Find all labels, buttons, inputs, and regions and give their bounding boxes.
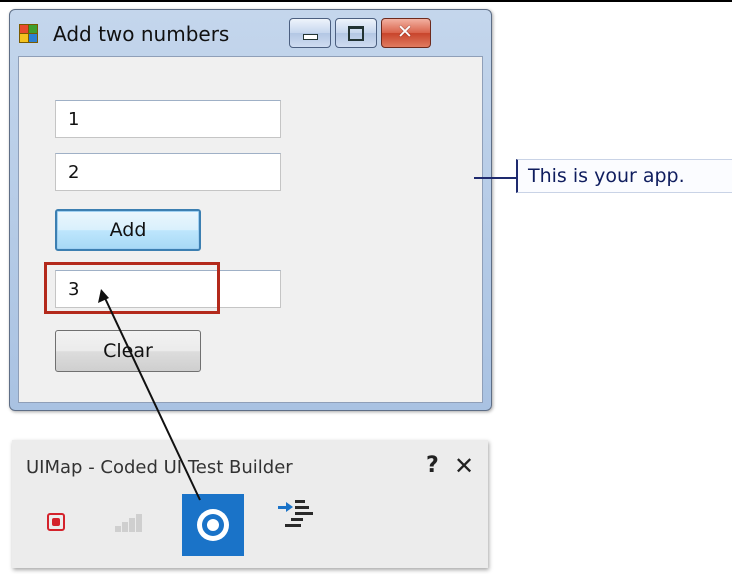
app-callout: This is your app.	[516, 159, 732, 193]
minimize-icon	[303, 34, 318, 40]
crosshair-icon[interactable]	[182, 494, 244, 556]
first-number-input[interactable]: 1	[55, 100, 281, 138]
record-icon[interactable]	[47, 494, 71, 554]
window-client-area: 1 2 Add 3 Clear	[18, 56, 483, 403]
clear-button[interactable]: Clear	[55, 330, 201, 372]
window-title: Add two numbers	[53, 22, 230, 46]
app-window-icon	[19, 24, 38, 43]
window-titlebar[interactable]: Add two numbers ✕	[10, 10, 491, 56]
builder-close-icon[interactable]: ✕	[454, 452, 474, 480]
builder-title: UIMap - Coded UI Test Builder	[26, 457, 293, 478]
selected-control-highlight	[44, 262, 220, 314]
minimize-button[interactable]	[289, 18, 331, 48]
add-button[interactable]: Add	[55, 209, 201, 251]
second-number-input[interactable]: 2	[55, 153, 281, 191]
recorded-steps-icon[interactable]	[115, 494, 145, 554]
coded-ui-test-builder: UIMap - Coded UI Test Builder ? ✕	[12, 440, 488, 568]
help-icon[interactable]: ?	[426, 453, 439, 478]
callout-leader-line	[474, 177, 516, 179]
maximize-icon	[348, 26, 364, 41]
generate-code-icon[interactable]	[278, 494, 318, 554]
close-button[interactable]: ✕	[381, 18, 431, 48]
maximize-button[interactable]	[335, 18, 377, 48]
app-window: Add two numbers ✕ 1 2 Add 3 Clear	[9, 9, 492, 411]
close-icon: ✕	[397, 21, 413, 43]
top-rule	[0, 0, 732, 2]
